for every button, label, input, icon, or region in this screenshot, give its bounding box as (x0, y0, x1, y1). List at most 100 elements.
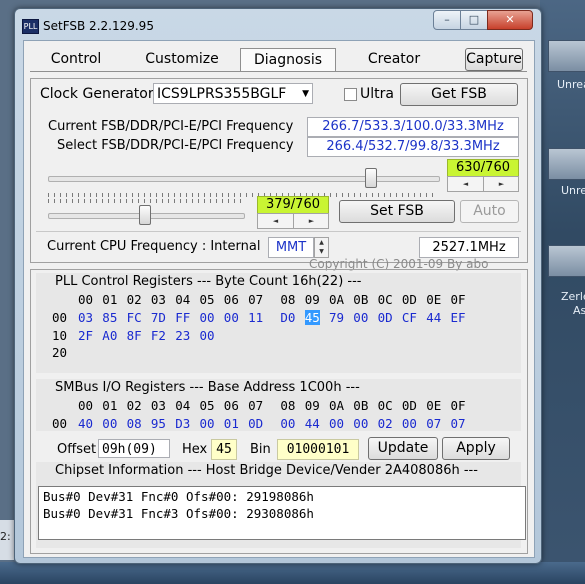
cpu-frequency-label: Current CPU Frequency : Internal (47, 239, 261, 254)
smbus-column-header: 0C (377, 398, 393, 413)
smbus-register-cell[interactable]: 00 (353, 416, 368, 431)
apply-button[interactable]: Apply (442, 437, 510, 460)
pll-register-cell[interactable]: 11 (248, 310, 263, 325)
app-icon: PLL (22, 19, 39, 34)
smbus-register-cell[interactable]: D3 (175, 416, 190, 431)
smbus-column-header: 03 (150, 398, 166, 413)
smbus-register-cell[interactable]: 40 (78, 416, 93, 431)
pll-register-cell[interactable]: 03 (78, 310, 93, 325)
pll-register-cell[interactable]: EF (451, 310, 466, 325)
spin-right-icon[interactable]: ► (483, 177, 519, 191)
separator (36, 231, 521, 232)
pll-register-cell[interactable]: 45 (304, 309, 320, 325)
smbus-register-cell[interactable]: 02 (378, 416, 393, 431)
pll-register-cell[interactable]: CF (402, 310, 417, 325)
smbus-register-cell[interactable]: 00 (280, 416, 295, 431)
pll-register-cell[interactable]: 8F (127, 328, 142, 343)
pll-register-cell[interactable]: 0D (378, 310, 393, 325)
pci-slider-thumb[interactable] (139, 205, 152, 225)
ultra-checkbox[interactable] (344, 88, 357, 101)
desktop-item-label[interactable]: Unrea (561, 184, 585, 197)
smbus-register-cell[interactable]: 08 (127, 416, 142, 431)
smbus-header: SMBus I/O Registers --- Base Address 1C0… (55, 380, 360, 395)
desktop-item-label[interactable]: As (573, 304, 585, 317)
smbus-register-cell[interactable]: 00 (200, 416, 215, 431)
smbus-column-header: 0D (401, 398, 417, 413)
smbus-register-cell[interactable]: 00 (102, 416, 117, 431)
offset-field[interactable]: 09h(09) (98, 439, 170, 458)
pll-register-cell[interactable]: 00 (200, 328, 215, 343)
pll-column-header: 02 (126, 292, 142, 307)
smbus-column-header: 09 (304, 398, 320, 413)
get-fsb-button[interactable]: Get FSB (400, 83, 518, 106)
set-fsb-button[interactable]: Set FSB (339, 200, 455, 223)
tab-customize[interactable]: Customize (136, 48, 228, 70)
minimize-button[interactable]: – (433, 10, 461, 30)
desktop-file-icon[interactable] (548, 148, 585, 180)
pll-register-cell[interactable]: 44 (426, 310, 441, 325)
ultra-label: Ultra (360, 86, 394, 102)
pll-column-header: 01 (102, 292, 118, 307)
pll-register-cell[interactable]: 2F (78, 328, 93, 343)
pll-register-cell[interactable]: 00 (224, 310, 239, 325)
pll-register-cell[interactable]: FC (127, 310, 142, 325)
pll-register-cell[interactable]: A0 (102, 328, 117, 343)
smbus-register-cell[interactable]: 00 (402, 416, 417, 431)
smbus-register-cell[interactable]: 07 (451, 416, 466, 431)
pll-register-cell[interactable]: 00 (353, 310, 368, 325)
fsb-slider-track[interactable] (48, 176, 440, 182)
select-frequency-label: Select FSB/DDR/PCI-E/PCI Frequency (57, 138, 294, 153)
smbus-register-cell[interactable]: 07 (426, 416, 441, 431)
pll-column-header: 0F (450, 292, 466, 307)
pll-column-header: 07 (248, 292, 264, 307)
desktop-item-label[interactable]: Unrea (557, 78, 585, 91)
update-button[interactable]: Update (368, 437, 438, 460)
pll-register-cell[interactable]: FF (175, 310, 190, 325)
pll-register-cell[interactable]: 00 (200, 310, 215, 325)
bin-field[interactable]: 01000101 (277, 439, 359, 460)
smbus-register-cell[interactable]: 44 (305, 416, 320, 431)
pll-register-cell[interactable]: 23 (175, 328, 190, 343)
chipset-info-box[interactable]: Bus#0 Dev#31 Fnc#0 Ofs#00: 29198086h Bus… (38, 486, 526, 540)
clock-generator-select[interactable]: ICS9LPRS355BGLF ▼ (153, 83, 313, 104)
chevron-down-icon: ▼ (302, 89, 309, 99)
smbus-register-cell[interactable]: 95 (151, 416, 166, 431)
chipset-line: Bus#0 Dev#31 Fnc#3 Ofs#00: 29308086h (43, 506, 314, 521)
pll-register-cell[interactable]: 7D (151, 310, 166, 325)
tab-diagnosis[interactable]: Diagnosis (240, 48, 336, 71)
fsb-spin-buttons: ◄ ► (447, 176, 519, 192)
mmt-spinner[interactable]: ▲ ▼ (314, 237, 329, 258)
pci-slider-ticks (48, 199, 243, 203)
hex-field[interactable]: 45 (211, 439, 237, 460)
smbus-column-header: 01 (102, 398, 118, 413)
client-area: Control Customize Diagnosis Creator Capt… (23, 40, 535, 558)
current-frequency-value: 266.7/533.3/100.0/33.3MHz (307, 117, 519, 137)
smbus-register-cell[interactable]: 01 (224, 416, 239, 431)
desktop-item-label[interactable]: Zerle (561, 290, 585, 303)
smbus-column-header: 07 (248, 398, 264, 413)
desktop-file-icon[interactable] (548, 245, 585, 277)
smbus-column-header: 00 (78, 398, 94, 413)
tab-creator[interactable]: Creator (354, 48, 434, 70)
pll-register-cell[interactable]: F2 (151, 328, 166, 343)
tab-control[interactable]: Control (36, 48, 116, 70)
window-title: SetFSB 2.2.129.95 (43, 19, 154, 33)
pll-column-header: 05 (199, 292, 215, 307)
pll-column-header: 0D (401, 292, 417, 307)
smbus-register-cell[interactable]: 00 (329, 416, 344, 431)
pll-register-cell[interactable]: 79 (329, 310, 344, 325)
spin-right-icon[interactable]: ► (293, 214, 329, 228)
smbus-register-cell[interactable]: 0D (248, 416, 263, 431)
spin-left-icon[interactable]: ◄ (448, 177, 483, 191)
pll-column-header: 0B (353, 292, 369, 307)
pll-register-cell[interactable]: D0 (280, 310, 295, 325)
capture-button[interactable]: Capture (465, 48, 523, 71)
chipset-line: Bus#0 Dev#31 Fnc#0 Ofs#00: 29198086h (43, 489, 314, 504)
clock-generator-label: Clock Generator (40, 86, 154, 102)
close-button[interactable]: ✕ (487, 10, 533, 30)
pll-register-cell[interactable]: 85 (102, 310, 117, 325)
desktop-file-icon[interactable] (548, 40, 585, 72)
maximize-button[interactable]: □ (460, 10, 488, 30)
spin-left-icon[interactable]: ◄ (258, 214, 293, 228)
fsb-slider-thumb[interactable] (365, 168, 378, 188)
